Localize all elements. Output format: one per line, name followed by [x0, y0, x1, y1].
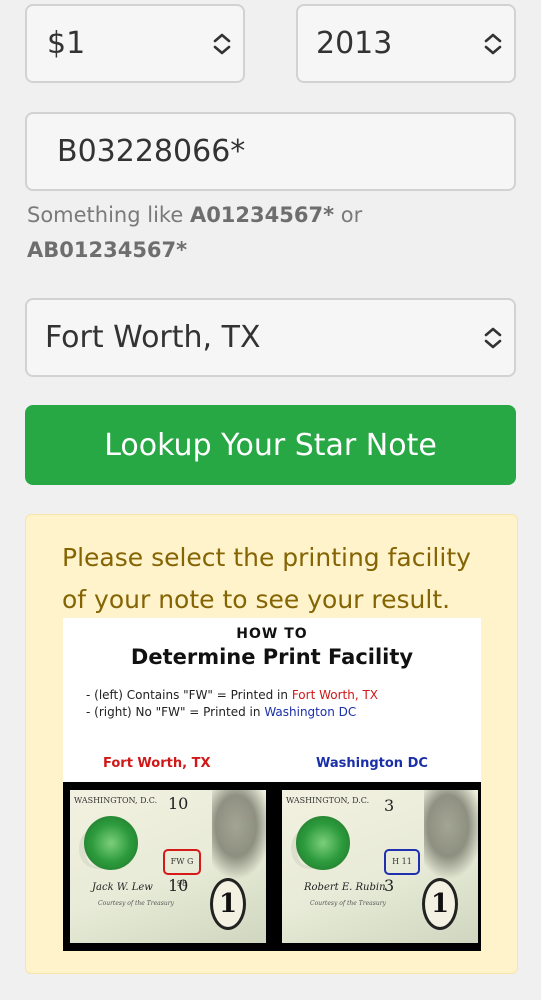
bill-signature: Jack W. Lew: [92, 882, 153, 893]
hint-or: or: [334, 203, 363, 227]
bill-signature: Robert E. Rubin: [304, 882, 386, 893]
bill-ornament: [212, 790, 266, 880]
treasury-seal-icon: [84, 816, 138, 870]
hint-example-1: A01234567*: [189, 203, 335, 227]
bill-header: WASHINGTON, D.C.: [74, 796, 158, 805]
one-dollar-emblem-icon: 1: [422, 878, 458, 930]
guide-how-to: HOW TO: [236, 626, 308, 642]
guide-title: Determine Print Facility: [130, 645, 414, 669]
bill-plate-number: 3: [384, 796, 395, 815]
bill-courtesy: Courtesy of the Treasury: [98, 900, 174, 907]
bill-ornament: [424, 790, 478, 880]
guide-rule-right: - (right) No "FW" = Printed in Washingto…: [86, 704, 481, 721]
one-dollar-emblem-icon: 1: [210, 878, 246, 930]
print-facility-guide-image: HOW TO Determine Print Facility - (left)…: [63, 618, 481, 951]
fort-worth-bill-image: O WASHINGTON, D.C. 10 FW G 98 10 Jack W.…: [70, 790, 266, 943]
denomination-select[interactable]: $1: [25, 4, 245, 83]
lookup-star-note-button[interactable]: Lookup Your Star Note: [25, 405, 516, 485]
rule2-text: - (right) No "FW" = Printed in: [86, 705, 265, 719]
bill-comparison: O WASHINGTON, D.C. 10 FW G 98 10 Jack W.…: [63, 782, 481, 951]
bill-plate-number: 10: [168, 794, 189, 813]
dc-marker-highlight: H 11: [384, 849, 420, 875]
guide-rule-left: - (left) Contains "FW" = Printed in Fort…: [86, 687, 481, 704]
facility-value: Fort Worth, TX: [45, 320, 261, 355]
notice-message: Please select the printing facility of y…: [62, 543, 471, 614]
year-select[interactable]: 2013: [296, 4, 516, 83]
bill-plate-number-lower: 10: [168, 876, 189, 895]
rule2-place: Washington DC: [264, 705, 357, 719]
up-down-chevron-icon: [484, 327, 502, 348]
fort-worth-label: Fort Worth, TX: [103, 756, 211, 771]
hint-prefix: Something like: [27, 203, 190, 227]
washington-dc-bill-image: O WASHINGTON, D.C. 3 H 11 3 Robert E. Ru…: [282, 790, 478, 943]
rule1-place: Fort Worth, TX: [291, 688, 379, 702]
fw-marker-highlight: FW G 98: [163, 849, 201, 888]
facility-select[interactable]: Fort Worth, TX: [25, 298, 516, 377]
up-down-chevron-icon: [213, 33, 231, 54]
guide-rules: - (left) Contains "FW" = Printed in Fort…: [86, 687, 481, 721]
facility-notice: Please select the printing facility of y…: [25, 514, 518, 974]
denomination-value: $1: [47, 26, 86, 61]
serial-number-value: B03228066*: [57, 134, 246, 169]
year-value: 2013: [316, 26, 393, 61]
hint-example-2: AB01234567*: [27, 238, 188, 262]
treasury-seal-icon: [296, 816, 350, 870]
washington-dc-label: Washington DC: [316, 756, 428, 771]
bill-courtesy: Courtesy of the Treasury: [310, 900, 386, 907]
rule1-text: - (left) Contains "FW" = Printed in: [86, 688, 292, 702]
up-down-chevron-icon: [484, 33, 502, 54]
bill-header: WASHINGTON, D.C.: [286, 796, 370, 805]
serial-hint: Something like A01234567* or AB01234567*: [27, 198, 507, 268]
serial-number-input[interactable]: B03228066*: [25, 112, 516, 191]
